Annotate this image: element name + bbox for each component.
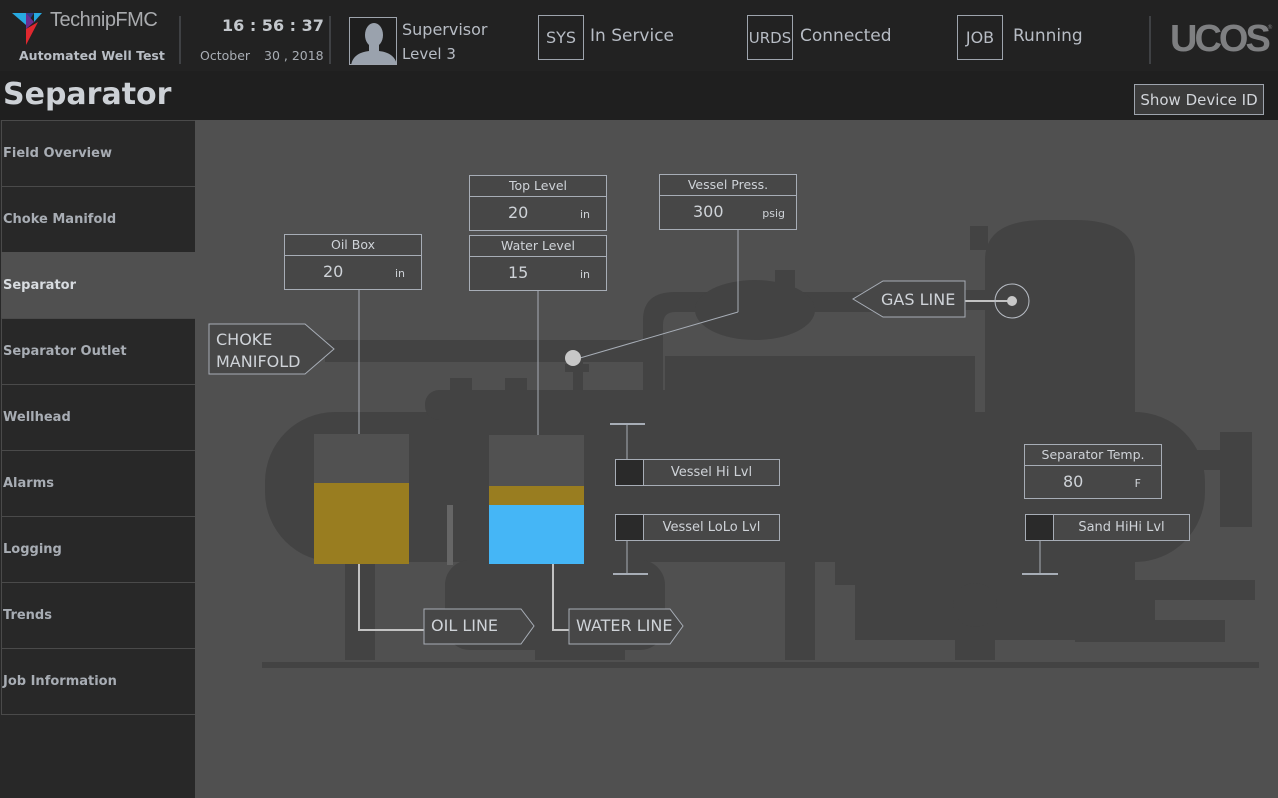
sys-status-value: In Service [590,26,675,46]
clock-time: 16 : 56 : 37 [222,16,324,35]
flag-line-2: MANIFOLD [216,352,301,371]
readout-value: 300 [693,202,724,221]
readout-value: 80 [1063,472,1084,491]
top-level-readout[interactable]: Top Level 20 in [469,175,607,231]
sidebar-item-separator-outlet[interactable]: Separator Outlet [1,318,195,384]
technipfmc-logo-icon [12,13,42,45]
water-box-oil-layer [489,486,584,505]
flag-line-1: CHOKE [216,330,273,349]
user-role: Supervisor [402,20,488,39]
readout-label: Separator Temp. [1025,445,1161,466]
date-day-year: 30 , 2018 [264,48,324,63]
gas-line-flag[interactable]: GAS LINE [881,290,955,309]
sidebar-nav: Field Overview Choke Manifold Separator … [0,120,195,798]
user-level: Level 3 [402,45,456,63]
oil-box-oil-level [314,483,409,564]
top-bar: TechnipFMC Automated Well Test 16 : 56 :… [0,0,1278,71]
sidebar-item-choke-manifold[interactable]: Choke Manifold [1,186,195,252]
switch-indicator [1026,515,1054,540]
water-box-water-level [489,505,584,564]
title-bar: Separator Show Device ID [0,71,1278,120]
readout-unit: in [394,267,405,280]
oil-line-flag[interactable]: OIL LINE [431,616,498,635]
separator-diagram: Oil Box 20 in Top Level 20 in Water Leve… [195,120,1278,798]
urds-status-code: URDS [747,15,793,60]
sidebar-item-alarms[interactable]: Alarms [1,450,195,516]
oil-box-readout[interactable]: Oil Box 20 in [284,234,422,290]
app-name: Automated Well Test [19,48,165,63]
divider [329,16,331,64]
show-device-id-button[interactable]: Show Device ID [1134,84,1264,115]
switch-label: Vessel Hi Lvl [670,465,753,480]
readout-unit: F [1134,477,1141,490]
readout-label: Vessel Press. [660,175,796,196]
choke-manifold-flag[interactable]: CHOKE MANIFOLD [216,329,300,373]
weir-plate [447,505,453,565]
brand-name: TechnipFMC [50,9,158,31]
sidebar-item-wellhead[interactable]: Wellhead [1,384,195,450]
date-month: October [200,48,251,63]
page-title: Separator [3,77,172,112]
divider [1149,16,1151,64]
sand-hihi-lvl-switch[interactable]: Sand HiHi Lvl [1025,514,1190,541]
water-line-flag[interactable]: WATER LINE [576,616,672,635]
ucos-logo: UCOS [1170,18,1271,60]
job-status-code: JOB [957,15,1003,60]
divider [179,16,181,64]
readout-unit: in [579,208,590,221]
vessel-hi-lvl-switch[interactable]: Vessel Hi Lvl [615,459,780,486]
vessel-lolo-lvl-switch[interactable]: Vessel LoLo Lvl [615,514,780,541]
sidebar-item-separator[interactable]: Separator [1,252,195,318]
readout-unit: in [579,268,590,281]
switch-label: Sand HiHi Lvl [1078,520,1165,535]
sidebar-item-field-overview[interactable]: Field Overview [1,120,195,186]
user-avatar-icon[interactable] [349,17,397,65]
sidebar-item-trends[interactable]: Trends [1,582,195,648]
switch-label: Vessel LoLo Lvl [662,520,761,535]
sidebar-item-job-information[interactable]: Job Information [1,648,195,715]
water-box-tank [489,435,584,564]
switch-indicator [616,460,644,485]
readout-value: 20 [508,203,529,222]
readout-unit: psig [762,207,785,220]
job-status-value: Running [1013,26,1083,46]
registered-mark: ® [1267,24,1273,31]
readout-label: Top Level [470,176,606,197]
oil-box-tank [314,434,409,564]
water-level-readout[interactable]: Water Level 15 in [469,235,607,291]
sys-status-code: SYS [538,15,584,60]
separator-temp-readout[interactable]: Separator Temp. 80 F [1024,444,1162,499]
readout-label: Water Level [470,236,606,257]
readout-label: Oil Box [285,235,421,256]
urds-status-value: Connected [800,26,892,46]
sidebar-item-logging[interactable]: Logging [1,516,195,582]
vessel-pressure-readout[interactable]: Vessel Press. 300 psig [659,174,797,230]
readout-value: 15 [508,263,529,282]
switch-indicator [616,515,644,540]
readout-value: 20 [323,262,344,281]
